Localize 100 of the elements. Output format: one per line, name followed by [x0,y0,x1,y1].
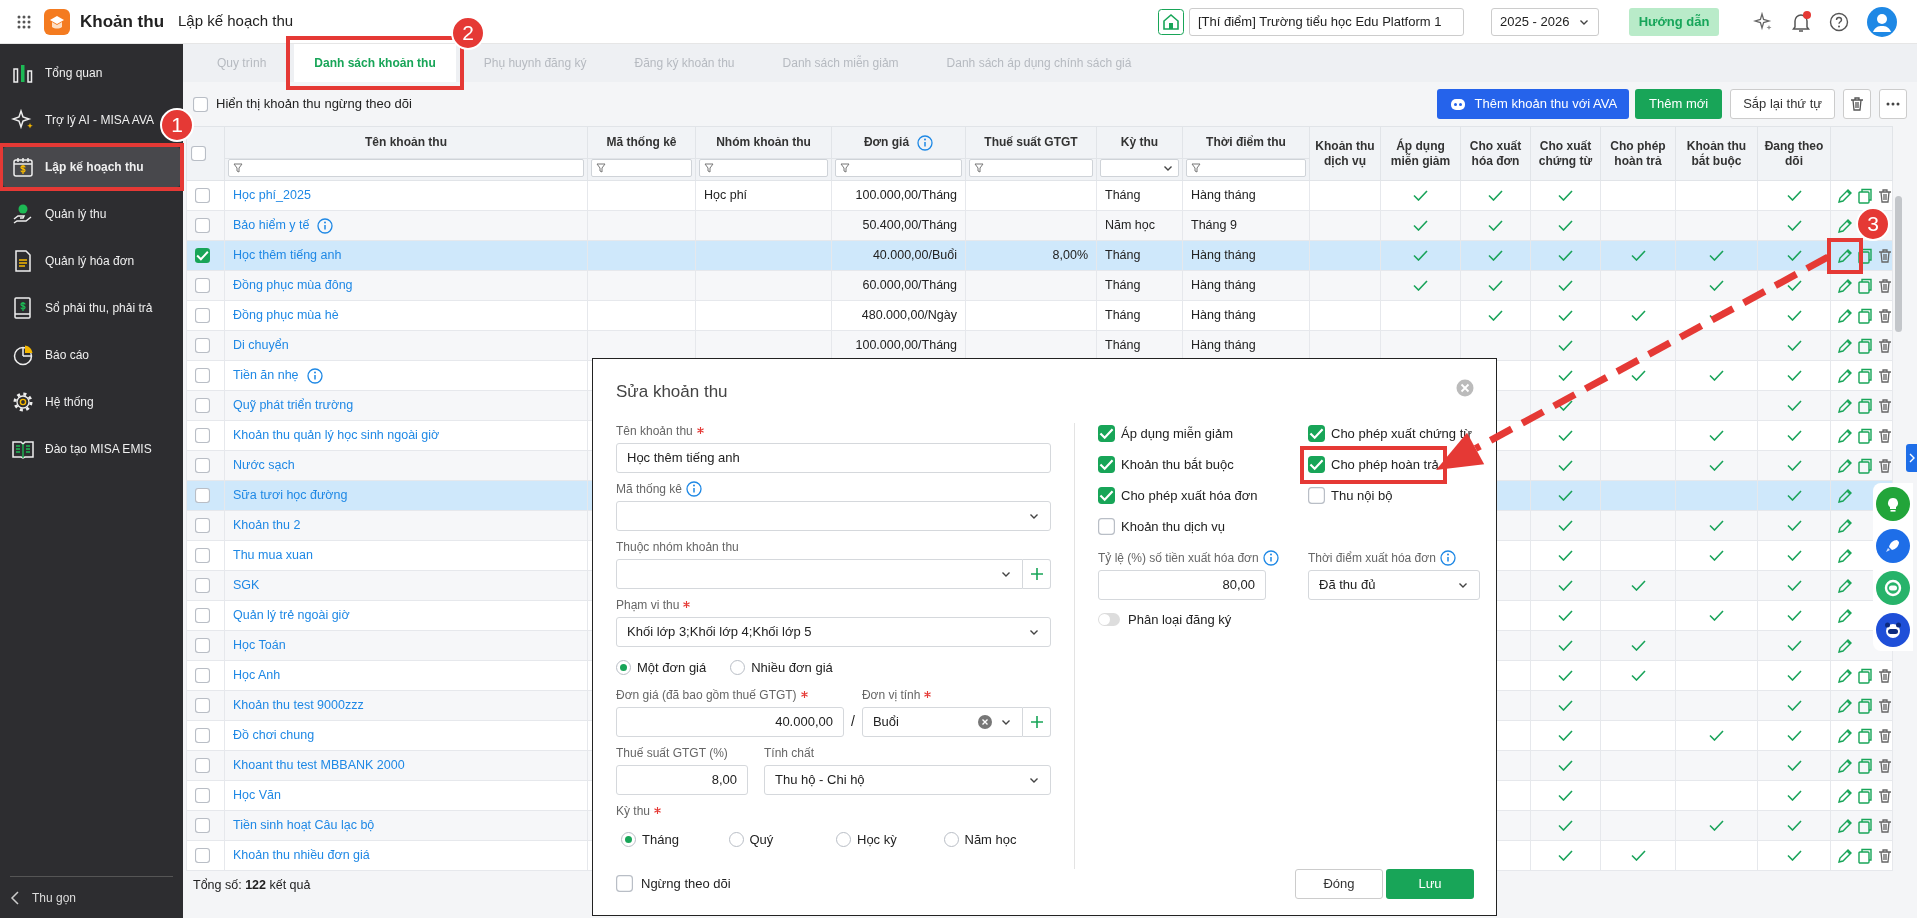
checkbox[interactable] [616,875,633,892]
dropdown[interactable]: Đã thu đủ [1308,569,1480,600]
row-checkbox[interactable] [195,488,210,503]
trash-icon[interactable] [1877,667,1892,684]
info-icon[interactable] [917,134,934,151]
row-checkbox[interactable] [195,278,210,293]
fee-name-link[interactable]: Quản lý trẻ ngoài giờ [233,606,350,625]
text-field[interactable]: Học thêm tiếng anh [616,442,1051,473]
copy-icon[interactable] [1857,847,1873,864]
row-checkbox[interactable] [195,668,210,683]
copy-icon[interactable] [1857,247,1873,264]
expand-tab[interactable] [1906,444,1917,472]
row-checkbox[interactable] [195,698,210,713]
edit-icon[interactable] [1837,547,1853,564]
info-icon[interactable] [1439,549,1456,566]
app-menu-icon[interactable] [16,13,32,30]
checkbox[interactable] [1098,518,1115,535]
help-button[interactable]: Hướng dẫn [1629,7,1719,36]
radio-button[interactable] [730,660,746,675]
add-new-button[interactable]: Thêm mới [1635,89,1723,119]
checkbox[interactable] [1098,487,1115,504]
sidebar-item[interactable]: Quản lý thu [3,194,115,234]
filter-field[interactable] [228,159,584,177]
fee-name-link[interactable]: Đồng phục mùa hè [233,306,339,325]
edit-icon[interactable] [1837,727,1853,744]
info-icon[interactable] [686,480,703,497]
clear-icon[interactable] [978,714,992,729]
chevron-left-icon[interactable] [10,890,22,905]
chat-bot-icon[interactable] [1883,578,1903,598]
trash-icon[interactable] [1877,457,1892,474]
info-icon[interactable] [317,217,334,234]
edit-icon[interactable] [1837,277,1853,294]
edit-icon[interactable] [1837,427,1853,444]
row-checkbox[interactable] [195,548,210,563]
edit-icon[interactable] [1837,247,1853,264]
row-checkbox[interactable] [195,188,210,203]
sidebar-item[interactable]: Sổ phải thu, phải trả [3,288,161,328]
copy-icon[interactable] [1857,667,1873,684]
radio-button[interactable] [836,832,851,847]
copy-icon[interactable] [1857,427,1873,444]
row-checkbox[interactable] [195,518,210,533]
copy-icon[interactable] [1857,397,1873,414]
edit-icon[interactable] [1837,307,1853,324]
close-icon[interactable] [1456,379,1474,397]
checkbox[interactable] [1308,487,1325,504]
trash-icon[interactable] [1877,277,1892,294]
radio-button[interactable] [621,832,636,847]
copy-icon[interactable] [1857,817,1873,834]
table-row[interactable]: Đồng phục mùa đông 60.000,00/Tháng Tháng Hàng tháng [186,270,1893,301]
sidebar-item[interactable]: Lập kế hoạch thu [3,147,180,187]
copy-icon[interactable] [1857,277,1873,294]
more-button[interactable] [1879,89,1907,119]
edit-icon[interactable] [1837,517,1853,534]
row-checkbox[interactable] [195,788,210,803]
edit-icon[interactable] [1837,817,1853,834]
unit-dropdown[interactable]: Buổi [861,706,1023,737]
fee-name-link[interactable]: SGK [233,576,260,595]
sidebar-item[interactable]: Trợ lý AI - MISA AVA [3,100,162,140]
delete-button[interactable] [1843,89,1871,119]
row-checkbox[interactable] [195,848,210,863]
row-checkbox[interactable] [195,398,210,413]
copy-icon[interactable] [1857,337,1873,354]
help-icon[interactable] [1829,11,1849,32]
sidebar-item[interactable]: Hệ thống [3,382,102,422]
add-button[interactable] [1023,558,1051,589]
edit-icon[interactable] [1837,847,1853,864]
checkbox[interactable] [1308,425,1325,442]
row-checkbox[interactable] [195,338,210,353]
bell-icon[interactable] [1789,9,1813,34]
trash-icon[interactable] [1877,787,1892,804]
fee-name-link[interactable]: Học phí_2025 [233,186,311,205]
edit-icon[interactable] [1837,787,1853,804]
edit-icon[interactable] [1837,637,1853,654]
trash-icon[interactable] [1877,817,1892,834]
copy-icon[interactable] [1857,187,1873,204]
row-checkbox[interactable] [195,608,210,623]
fee-name-link[interactable]: Thu mua xuan [233,546,313,565]
fee-name-link[interactable]: Bảo hiểm y tế [233,216,310,235]
trash-icon[interactable] [1877,757,1892,774]
row-checkbox[interactable] [195,758,210,773]
vat-field[interactable]: 8,00 [616,764,748,795]
dropdown[interactable]: Khối lớp 3;Khối lớp 4;Khối lớp 5 [616,616,1051,647]
copy-icon[interactable] [1857,757,1873,774]
reorder-button[interactable]: Sắp lại thứ tự [1730,89,1835,119]
avatar-icon[interactable] [1867,6,1897,37]
trash-icon[interactable] [1877,727,1892,744]
copy-icon[interactable] [1857,697,1873,714]
sidebar-item[interactable]: Báo cáo [3,335,98,375]
price-field[interactable]: 40.000,00 [616,706,844,737]
edit-icon[interactable] [1837,607,1853,624]
row-checkbox[interactable] [195,428,210,443]
trash-icon[interactable] [1877,307,1892,324]
row-checkbox[interactable] [195,368,210,383]
fee-name-link[interactable]: Tiền ăn nhẹ [233,366,299,385]
copy-icon[interactable] [1857,367,1873,384]
trash-icon[interactable] [1877,367,1892,384]
radio-button[interactable] [943,832,959,847]
trash-icon[interactable] [1877,187,1892,204]
edit-icon[interactable] [1837,667,1853,684]
row-checkbox[interactable] [195,818,210,833]
